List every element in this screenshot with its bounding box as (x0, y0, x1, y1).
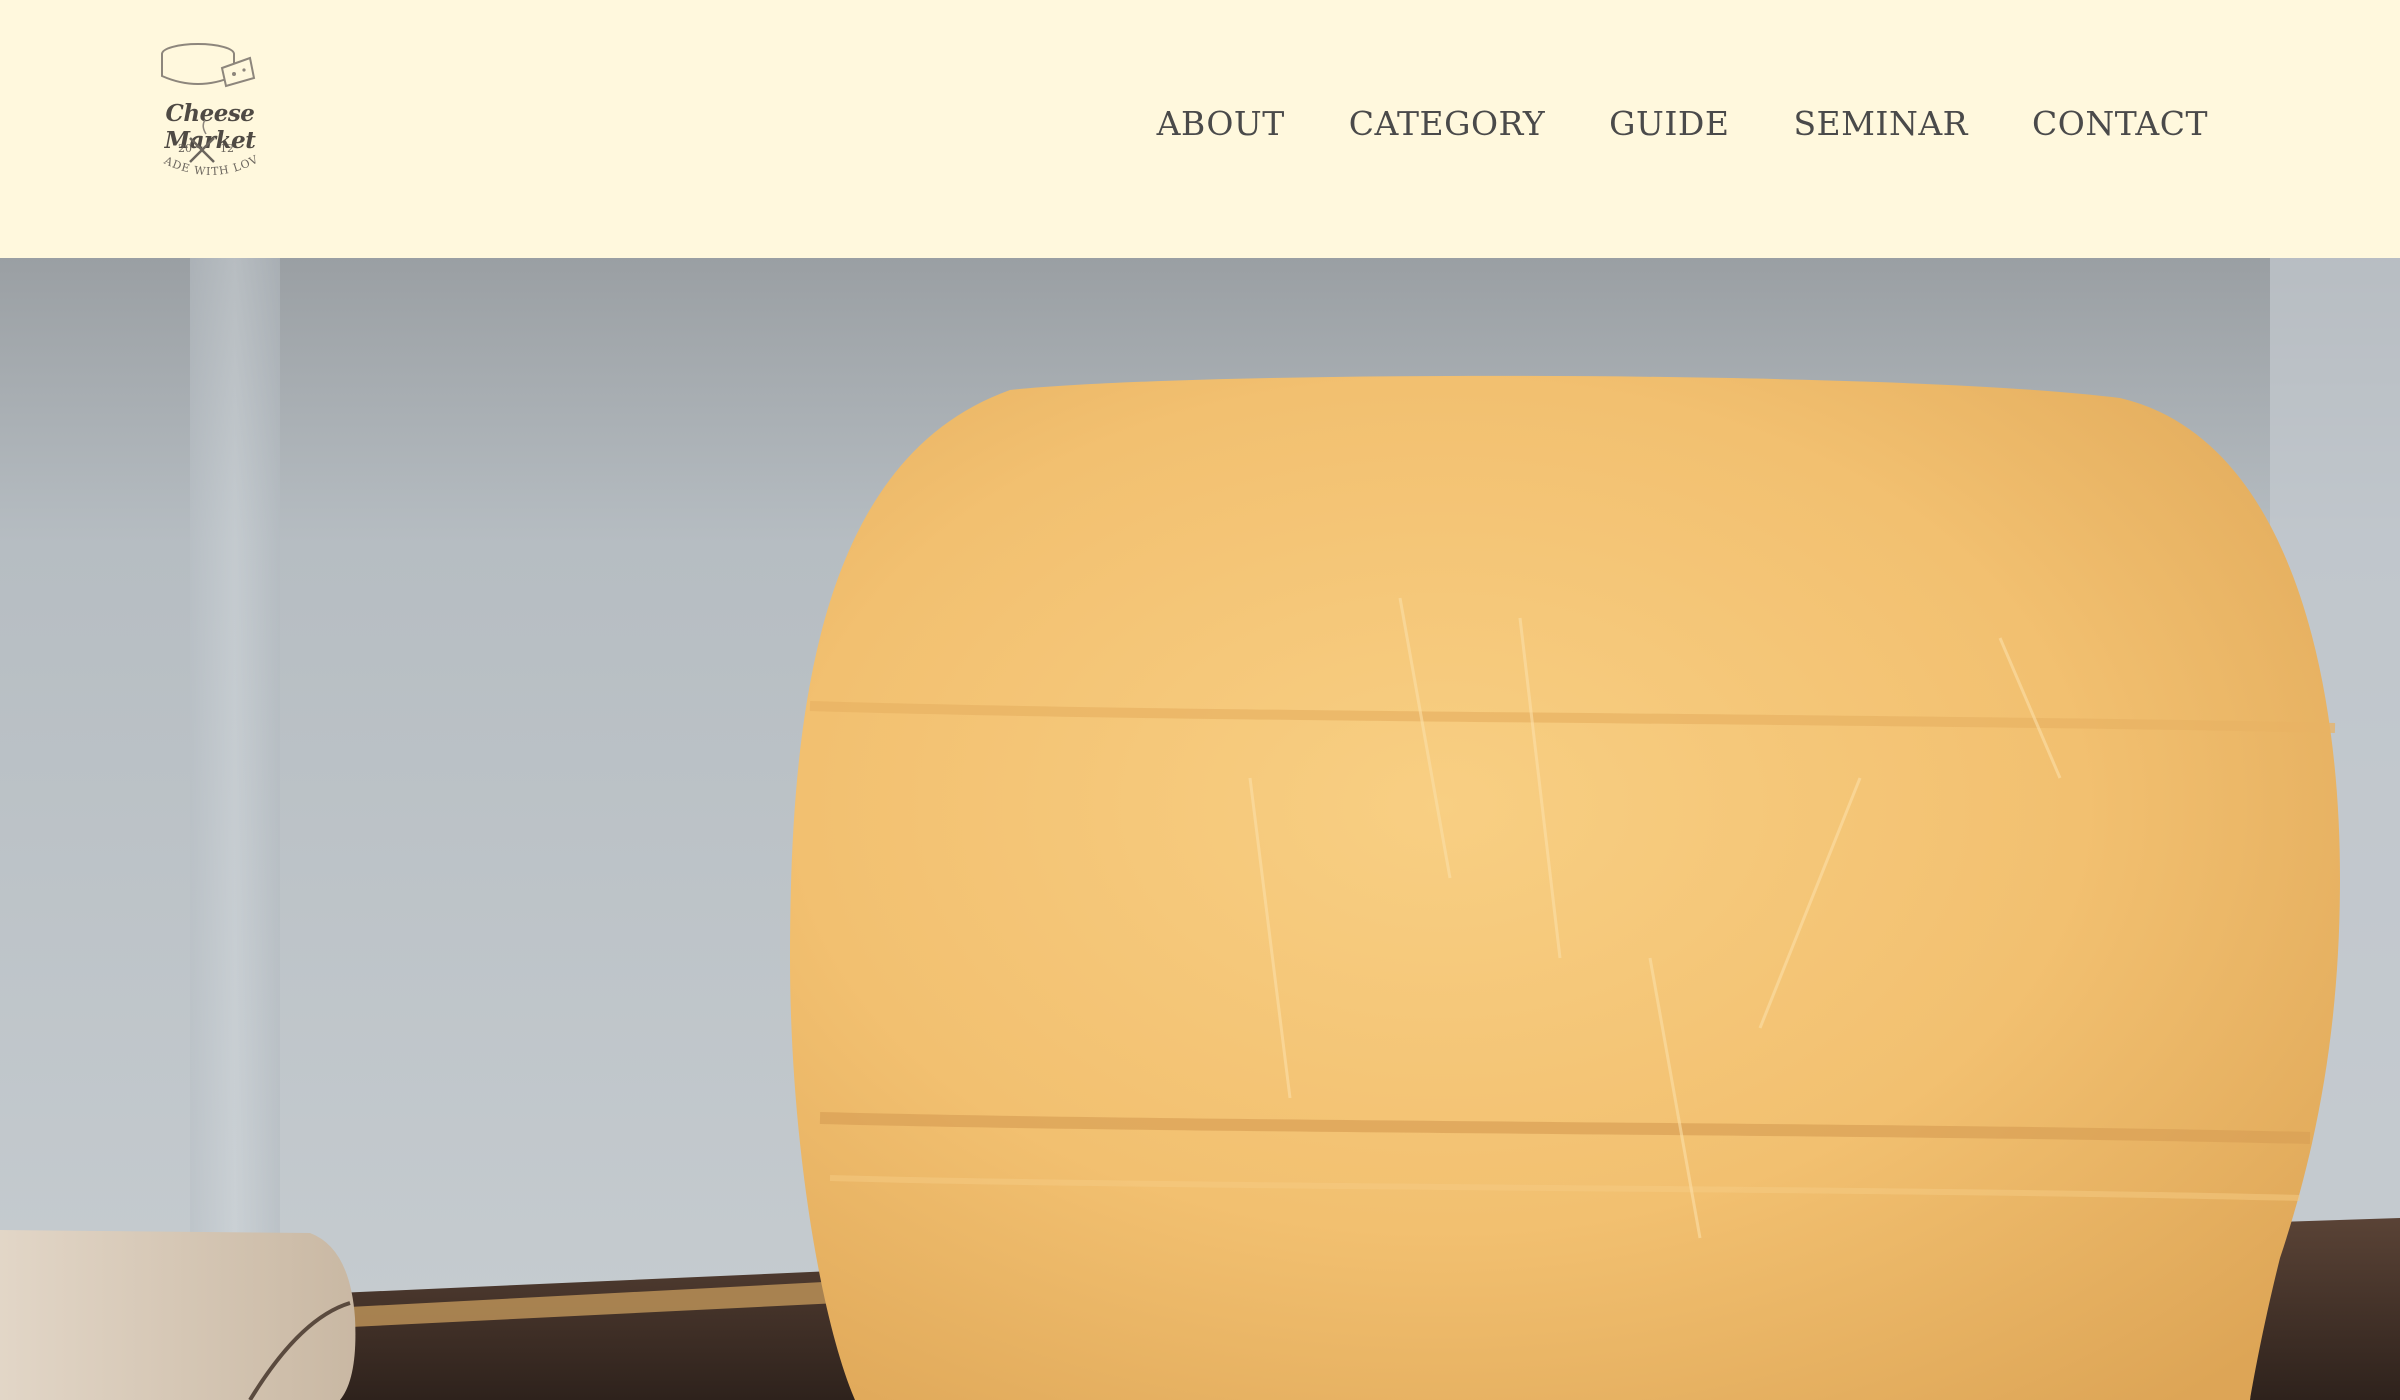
cheese-photo (0, 258, 2400, 1400)
hero-image (0, 258, 2400, 1400)
nav-link-guide[interactable]: GUIDE (1609, 104, 1729, 143)
nav-link-about[interactable]: ABOUT (1157, 104, 1285, 143)
crossed-utensils-icon: 20 12 MADE WITH LOVE (130, 40, 260, 178)
site-header: Cheese Market 20 12 MADE WITH LOVE ABOUT… (0, 0, 2400, 258)
nav-link-contact[interactable]: CONTACT (2032, 104, 2208, 143)
logo-year-right: 12 (220, 142, 234, 155)
nav-link-category[interactable]: CATEGORY (1349, 104, 1545, 143)
main-navigation: ABOUT CATEGORY GUIDE SEMINAR CONTACT (1157, 104, 2208, 143)
nav-link-seminar[interactable]: SEMINAR (1793, 104, 1968, 143)
logo-year-left: 20 (178, 142, 192, 155)
brand-logo[interactable]: Cheese Market 20 12 MADE WITH LOVE (130, 40, 290, 190)
